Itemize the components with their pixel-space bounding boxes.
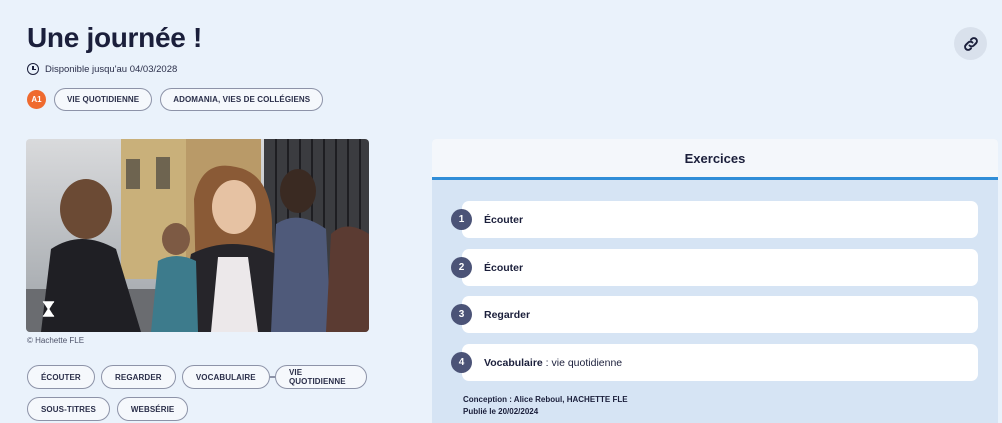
- keyword-sous-titres[interactable]: SOUS-TITRES: [27, 397, 110, 421]
- exercise-label: Regarder: [484, 308, 531, 321]
- exercise-number: 4: [451, 352, 472, 373]
- video-thumbnail[interactable]: [26, 139, 369, 332]
- copy-link-button[interactable]: [954, 27, 987, 60]
- exercise-label: Écouter: [484, 213, 524, 226]
- exercise-label: Vocabulaire : vie quotidienne: [484, 356, 623, 369]
- keyword-regarder[interactable]: REGARDER: [101, 365, 176, 389]
- availability-text: Disponible jusqu'au 04/03/2028: [45, 63, 178, 75]
- exercise-number: 1: [451, 209, 472, 230]
- exercise-panel-title: Exercices: [432, 139, 998, 180]
- tag-adomania[interactable]: ADOMANIA, VIES DE COLLÉGIENS: [160, 88, 324, 111]
- tag-vie-quotidienne[interactable]: VIE QUOTIDIENNE: [54, 88, 153, 111]
- keyword-list: ÉCOUTER REGARDER VOCABULAIRE VIE QUOTIDI…: [27, 365, 368, 423]
- video-still-image: [26, 139, 369, 332]
- exercise-item-4[interactable]: 4 Vocabulaire : vie quotidienne: [451, 344, 978, 381]
- exercise-number: 3: [451, 304, 472, 325]
- exercise-meta: Conception : Alice Reboul, HACHETTE FLE …: [463, 394, 628, 418]
- exercise-number: 2: [451, 257, 472, 278]
- page-title: Une journée !: [27, 22, 203, 53]
- exercise-label: Écouter: [484, 261, 524, 274]
- level-badge: A1: [27, 90, 46, 109]
- tag-row: A1 VIE QUOTIDIENNE ADOMANIA, VIES DE COL…: [27, 88, 324, 111]
- hourglass-icon: [42, 301, 55, 317]
- exercise-item-1[interactable]: 1 Écouter: [451, 201, 978, 238]
- keyword-vocabulaire[interactable]: VOCABULAIRE: [181, 365, 270, 389]
- clock-icon: [27, 63, 39, 75]
- keyword-vie-quotidienne[interactable]: VIE QUOTIDIENNE: [274, 365, 368, 389]
- conception-text: Conception : Alice Reboul, HACHETTE FLE: [463, 395, 628, 404]
- published-date: Publié le 20/02/2024: [463, 407, 539, 416]
- exercise-panel: Exercices 1 Écouter 2 Écouter 3 Regarder…: [432, 139, 998, 423]
- availability-info: Disponible jusqu'au 04/03/2028: [27, 63, 177, 75]
- activity-page: Une journée ! Disponible jusqu'au 04/03/…: [0, 0, 1002, 423]
- link-icon: [963, 36, 978, 51]
- image-credit: © Hachette FLE: [27, 336, 85, 345]
- exercise-item-3[interactable]: 3 Regarder: [451, 296, 978, 333]
- keyword-webserie[interactable]: WEBSÉRIE: [116, 397, 189, 421]
- exercise-item-2[interactable]: 2 Écouter: [451, 249, 978, 286]
- keyword-ecouter[interactable]: ÉCOUTER: [27, 365, 95, 389]
- keyword-row: ÉCOUTER REGARDER VOCABULAIRE VIE QUOTIDI…: [27, 365, 368, 389]
- keyword-row: SOUS-TITRES WEBSÉRIE: [27, 397, 367, 421]
